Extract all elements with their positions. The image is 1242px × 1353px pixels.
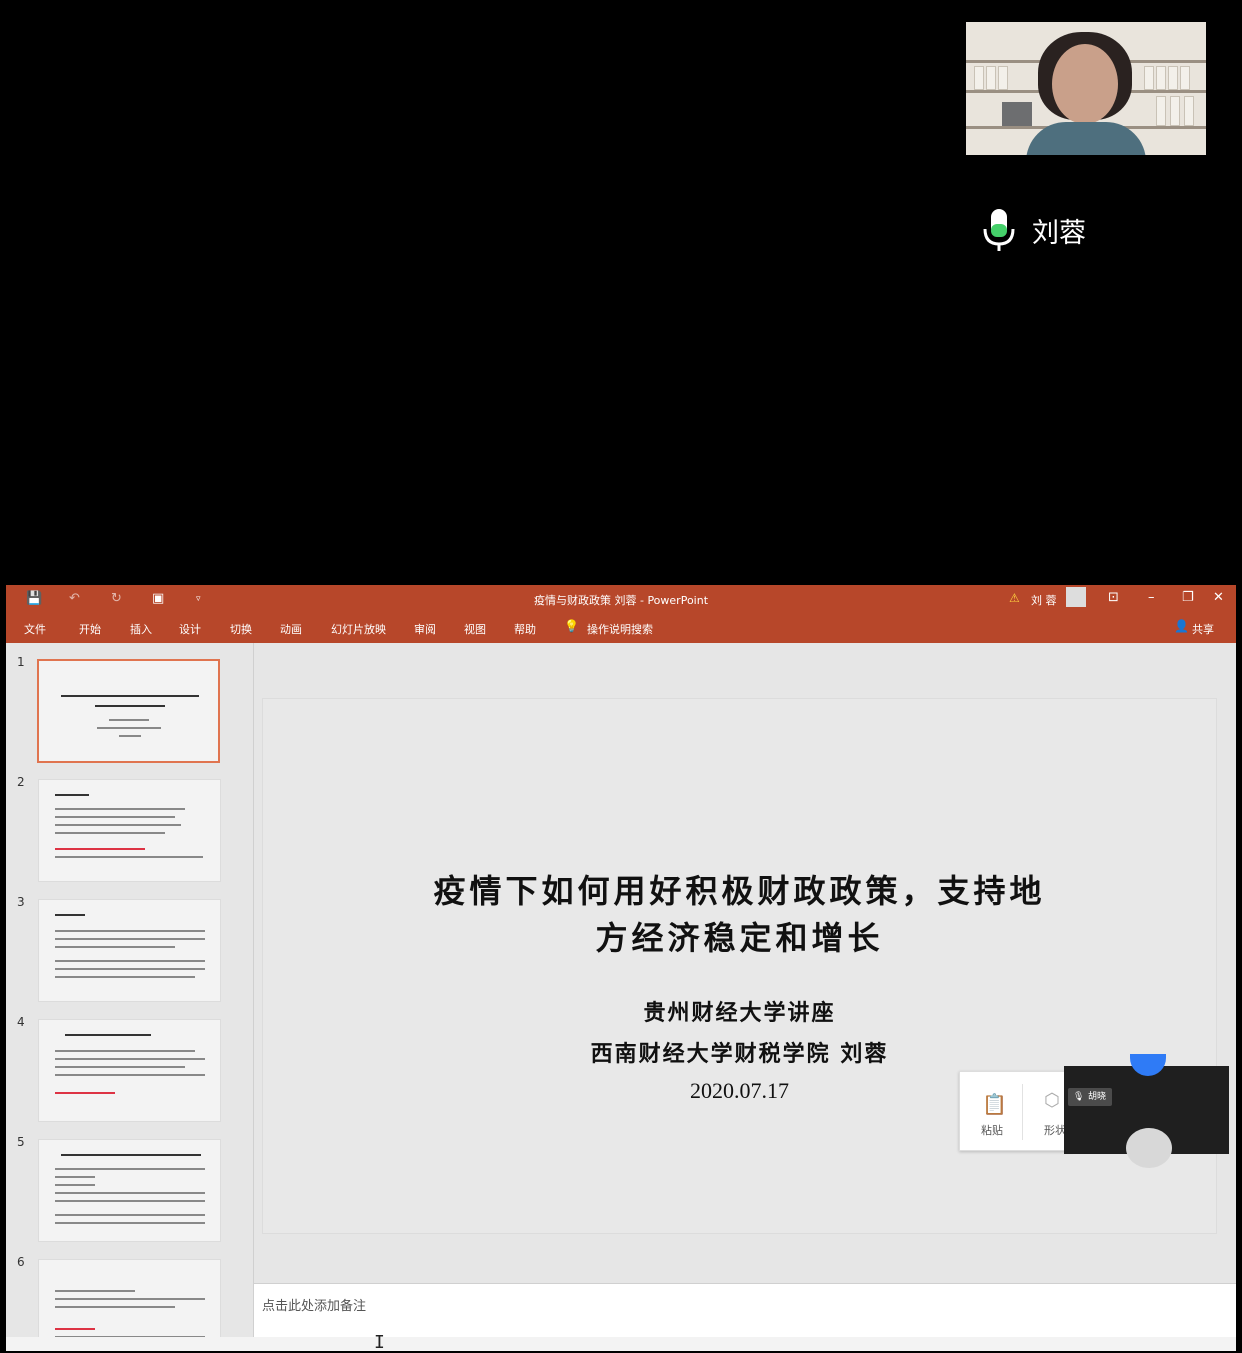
tab-transitions[interactable]: 切换 xyxy=(230,621,252,637)
ribbon-tabs: 文件 开始 插入 设计 切换 动画 幻灯片放映 审阅 视图 帮助 💡 操作说明搜… xyxy=(6,613,1236,643)
tab-help[interactable]: 帮助 xyxy=(514,621,536,637)
title-bar: 💾 ↶ ↻ ▣ ▿ 疫情与财政政策 刘蓉 - PowerPoint ⚠ 刘 蓉 … xyxy=(6,585,1236,613)
tab-slideshow[interactable]: 幻灯片放映 xyxy=(331,621,386,637)
close-icon[interactable]: ✕ xyxy=(1213,590,1224,605)
share-button[interactable]: 共享 xyxy=(1192,621,1214,637)
thumbnail-number: 4 xyxy=(17,1015,25,1029)
tab-review[interactable]: 审阅 xyxy=(414,621,436,637)
avatar-placeholder-icon xyxy=(1126,1128,1172,1168)
participant-badge xyxy=(1130,1054,1166,1076)
clipboard-icon[interactable]: 📋 xyxy=(982,1092,1007,1116)
tab-design[interactable]: 设计 xyxy=(179,621,201,637)
thumbnail-number: 3 xyxy=(17,895,25,909)
slide-thumbnail-5[interactable] xyxy=(38,1139,221,1242)
status-bar xyxy=(6,1337,1236,1351)
thumbnail-number: 5 xyxy=(17,1135,25,1149)
minimize-icon[interactable]: – xyxy=(1148,590,1155,605)
slide-title-line-2: 方经济稳定和增长 xyxy=(595,919,884,957)
ribbon-display-icon[interactable]: ⊡ xyxy=(1108,590,1119,605)
tab-insert[interactable]: 插入 xyxy=(130,621,152,637)
slide-thumbnail-1[interactable] xyxy=(37,659,220,763)
participant-name: 胡晓 xyxy=(1088,1092,1107,1102)
slide-thumbnail-3[interactable] xyxy=(38,899,221,1002)
mic-icon: 🎙 xyxy=(1073,1092,1085,1102)
restore-icon[interactable]: ❐ xyxy=(1182,590,1194,605)
active-speaker: 刘蓉 xyxy=(980,206,1086,254)
tab-view[interactable]: 视图 xyxy=(464,621,486,637)
share-icon: 👤 xyxy=(1174,619,1189,633)
warning-icon[interactable]: ⚠ xyxy=(1009,591,1020,605)
microphone-icon xyxy=(983,209,1015,251)
text-cursor-icon: I xyxy=(374,1332,385,1353)
tab-animations[interactable]: 动画 xyxy=(280,621,302,637)
slide-thumbnail-4[interactable] xyxy=(38,1019,221,1122)
notes-pane[interactable]: 点击此处添加备注 xyxy=(254,1283,1236,1336)
slide-editing-area: 疫情下如何用好积极财政政策，支持地 方经济稳定和增长 贵州财经大学讲座 西南财经… xyxy=(254,643,1236,1283)
participant-mini-video: 🎙 胡晓 xyxy=(1064,1054,1229,1168)
presenter-video xyxy=(966,22,1206,155)
thumbnail-number: 1 xyxy=(17,655,25,669)
slide-thumbnail-2[interactable] xyxy=(38,779,221,882)
slide-subtitle-2: 西南财经大学财税学院 刘蓉 xyxy=(590,1041,889,1067)
thumbnail-number: 6 xyxy=(17,1255,25,1269)
participant-tag: 🎙 胡晓 xyxy=(1068,1088,1113,1106)
tab-home[interactable]: 开始 xyxy=(79,621,101,637)
shapes-icon[interactable]: ⬡ xyxy=(1044,1090,1060,1111)
tell-me-search[interactable]: 操作说明搜索 xyxy=(587,621,653,637)
paste-label[interactable]: 粘贴 xyxy=(981,1122,1003,1138)
thumbnail-number: 2 xyxy=(17,775,25,789)
avatar[interactable] xyxy=(1066,587,1086,607)
user-name[interactable]: 刘 蓉 xyxy=(1031,592,1057,608)
notes-placeholder: 点击此处添加备注 xyxy=(262,1299,367,1314)
slide-thumbnails-pane: 1 2 3 4 5 6 xyxy=(6,643,254,1351)
shape-label[interactable]: 形状 xyxy=(1044,1122,1066,1138)
speaker-name: 刘蓉 xyxy=(1032,217,1086,249)
slide-title-line-1: 疫情下如何用好积极财政政策，支持地 xyxy=(433,872,1046,910)
powerpoint-window: 💾 ↶ ↻ ▣ ▿ 疫情与财政政策 刘蓉 - PowerPoint ⚠ 刘 蓉 … xyxy=(6,585,1236,1351)
tab-file[interactable]: 文件 xyxy=(24,621,46,637)
slide-subtitle-1: 贵州财经大学讲座 xyxy=(643,1000,836,1026)
lightbulb-icon: 💡 xyxy=(564,619,579,633)
paste-popup: 📋 粘贴 ⬡ 形状 xyxy=(959,1071,1073,1151)
